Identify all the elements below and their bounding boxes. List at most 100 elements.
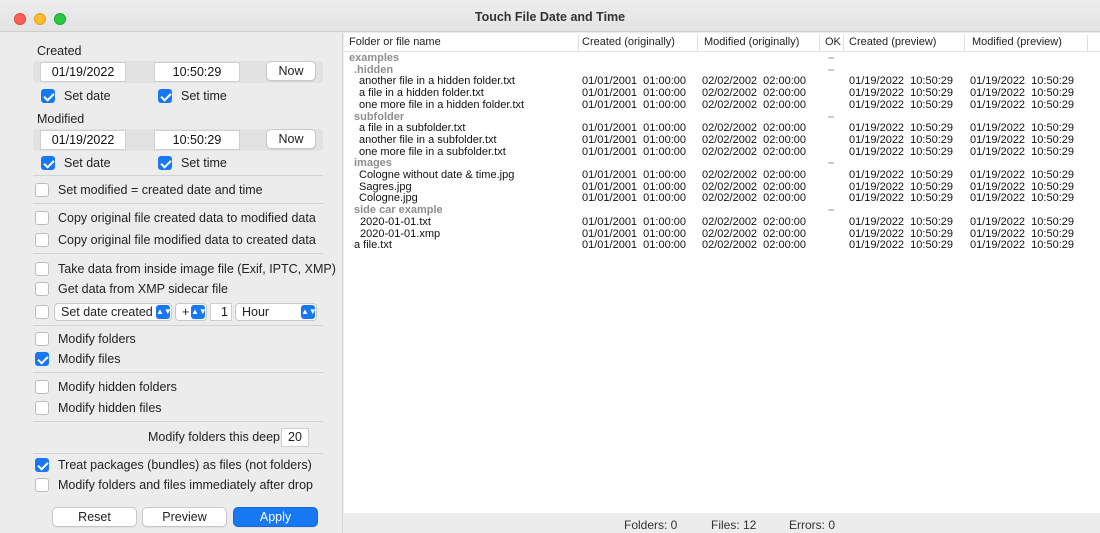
- column-header-created-preview[interactable]: Created (preview): [849, 36, 936, 48]
- created-time-field[interactable]: 10:50:29: [154, 62, 240, 82]
- checkbox-box: [35, 332, 49, 346]
- popup-arrows-icon: ▲▼: [191, 305, 207, 319]
- modify-hidden-files-checkbox[interactable]: Modify hidden files: [35, 400, 162, 416]
- modified-original-cell: 02/02/2002 02:00:00: [702, 239, 806, 252]
- created-date-field[interactable]: 01/19/2022: [40, 62, 126, 82]
- checkbox-box: [158, 156, 172, 170]
- get-from-xmp-checkbox[interactable]: Get data from XMP sidecar file: [35, 281, 228, 297]
- modified-set-time-checkbox[interactable]: Set time: [158, 155, 227, 171]
- checkbox-label: Set date: [64, 156, 111, 170]
- modified-now-button[interactable]: Now: [266, 129, 316, 149]
- separator: [33, 325, 323, 326]
- checkbox-label: Modify files: [58, 352, 121, 366]
- modified-preview-cell: 01/19/2022 10:50:29: [970, 239, 1074, 252]
- checkbox-label: Modify folders and files immediately aft…: [58, 478, 313, 492]
- checkbox-box: [35, 401, 49, 415]
- apply-button[interactable]: Apply: [233, 507, 318, 527]
- separator: [33, 175, 323, 176]
- checkbox-label: Modify folders: [58, 332, 136, 346]
- reset-button[interactable]: Reset: [52, 507, 137, 527]
- modified-date-field[interactable]: 01/19/2022: [40, 130, 126, 150]
- created-section-label: Created: [37, 44, 82, 58]
- treat-packages-checkbox[interactable]: Treat packages (bundles) as files (not f…: [35, 457, 312, 473]
- modify-after-drop-checkbox[interactable]: Modify folders and files immediately aft…: [35, 477, 313, 493]
- checkbox-box: [35, 183, 49, 197]
- checkbox-label: Modify hidden files: [58, 401, 162, 415]
- shift-operator-popup[interactable]: + ▲▼: [175, 303, 207, 321]
- folder-depth-field[interactable]: 20: [281, 428, 309, 447]
- modified-time-field[interactable]: 10:50:29: [154, 130, 240, 150]
- modified-set-date-checkbox[interactable]: Set date: [41, 155, 111, 171]
- folders-count: Folders: 0: [624, 518, 678, 532]
- checkbox-box: [35, 305, 49, 319]
- files-count: Files: 12: [711, 518, 757, 532]
- checkbox-box: [35, 380, 49, 394]
- title-bar[interactable]: Touch File Date and Time: [0, 0, 1100, 32]
- preview-button[interactable]: Preview: [142, 507, 227, 527]
- checkbox-label: Set time: [181, 89, 227, 103]
- app-window: Touch File Date and Time Created 01/19/2…: [0, 0, 1100, 533]
- modified-section-label: Modified: [37, 112, 85, 126]
- checkbox-label: Modify hidden folders: [58, 380, 177, 394]
- column-divider[interactable]: [964, 35, 965, 51]
- shift-operator-value: +: [182, 305, 190, 319]
- checkbox-label: Take data from inside image file (Exif, …: [58, 262, 336, 276]
- checkbox-box: [35, 233, 49, 247]
- checkbox-label: Copy original file modified data to crea…: [58, 233, 316, 247]
- checkbox-box: [41, 156, 55, 170]
- column-divider[interactable]: [697, 35, 698, 51]
- separator: [33, 253, 323, 254]
- checkbox-label: Set date: [64, 89, 111, 103]
- separator: [33, 421, 323, 422]
- copy-created-to-modified-checkbox[interactable]: Copy original file created data to modif…: [35, 210, 316, 226]
- checkbox-label: Set time: [181, 156, 227, 170]
- checkbox-box: [158, 89, 172, 103]
- checkbox-box: [35, 211, 49, 225]
- modify-folders-checkbox[interactable]: Modify folders: [35, 331, 136, 347]
- created-original-cell: 01/01/2001 01:00:00: [582, 239, 686, 252]
- created-now-button[interactable]: Now: [266, 61, 316, 81]
- checkbox-box: [35, 478, 49, 492]
- created-set-date-checkbox[interactable]: Set date: [41, 88, 111, 104]
- column-header-name[interactable]: Folder or file name: [349, 36, 441, 48]
- column-divider[interactable]: [1087, 35, 1088, 51]
- file-name-cell: a file.txt: [354, 239, 392, 252]
- checkbox-label: Treat packages (bundles) as files (not f…: [58, 458, 312, 472]
- checkbox-label: Copy original file created data to modif…: [58, 211, 316, 225]
- settings-panel: Created 01/19/2022 10:50:29 Now Set date…: [0, 33, 343, 533]
- shift-field-popup[interactable]: Set date created ▲▼: [54, 303, 172, 321]
- column-divider[interactable]: [819, 35, 820, 51]
- copy-modified-to-created-checkbox[interactable]: Copy original file modified data to crea…: [35, 232, 316, 248]
- checkbox-label: Get data from XMP sidecar file: [58, 282, 228, 296]
- checkbox-box: [35, 262, 49, 276]
- folder-depth-label: Modify folders this deep:: [148, 430, 284, 444]
- column-header-modified-original[interactable]: Modified (originally): [704, 36, 799, 48]
- modify-files-checkbox[interactable]: Modify files: [35, 351, 121, 367]
- checkbox-box: [35, 458, 49, 472]
- shift-unit-popup[interactable]: Hour ▲▼: [235, 303, 317, 321]
- shift-unit-value: Hour: [242, 305, 270, 319]
- popup-arrows-icon: ▲▼: [156, 305, 172, 319]
- modify-hidden-folders-checkbox[interactable]: Modify hidden folders: [35, 379, 177, 395]
- column-divider[interactable]: [843, 35, 844, 51]
- column-header-ok[interactable]: OK: [825, 36, 841, 48]
- checkbox-box: [35, 282, 49, 296]
- checkbox-box: [41, 89, 55, 103]
- shift-amount-field[interactable]: 1: [210, 303, 232, 321]
- set-modified-equal-checkbox[interactable]: Set modified = created date and time: [35, 182, 263, 198]
- shift-field-value: Set date created: [61, 305, 153, 319]
- errors-count: Errors: 0: [789, 518, 836, 532]
- created-set-time-checkbox[interactable]: Set time: [158, 88, 227, 104]
- file-table: Folder or file name Created (originally)…: [344, 33, 1100, 513]
- separator: [33, 203, 323, 204]
- status-bar: Folders: 0 Files: 12 Errors: 0: [344, 513, 1100, 533]
- column-divider[interactable]: [578, 35, 579, 51]
- column-header-created-original[interactable]: Created (originally): [582, 36, 675, 48]
- table-row[interactable]: a file.txt 01/01/2001 01:00:00 02/02/2002 …: [344, 239, 1100, 252]
- column-header-modified-preview[interactable]: Modified (preview): [972, 36, 1062, 48]
- take-from-image-checkbox[interactable]: Take data from inside image file (Exif, …: [35, 261, 336, 277]
- popup-arrows-icon: ▲▼: [301, 305, 317, 319]
- checkbox-label: Set modified = created date and time: [58, 183, 263, 197]
- created-preview-cell: 01/19/2022 10:50:29: [849, 239, 953, 252]
- separator: [33, 453, 323, 454]
